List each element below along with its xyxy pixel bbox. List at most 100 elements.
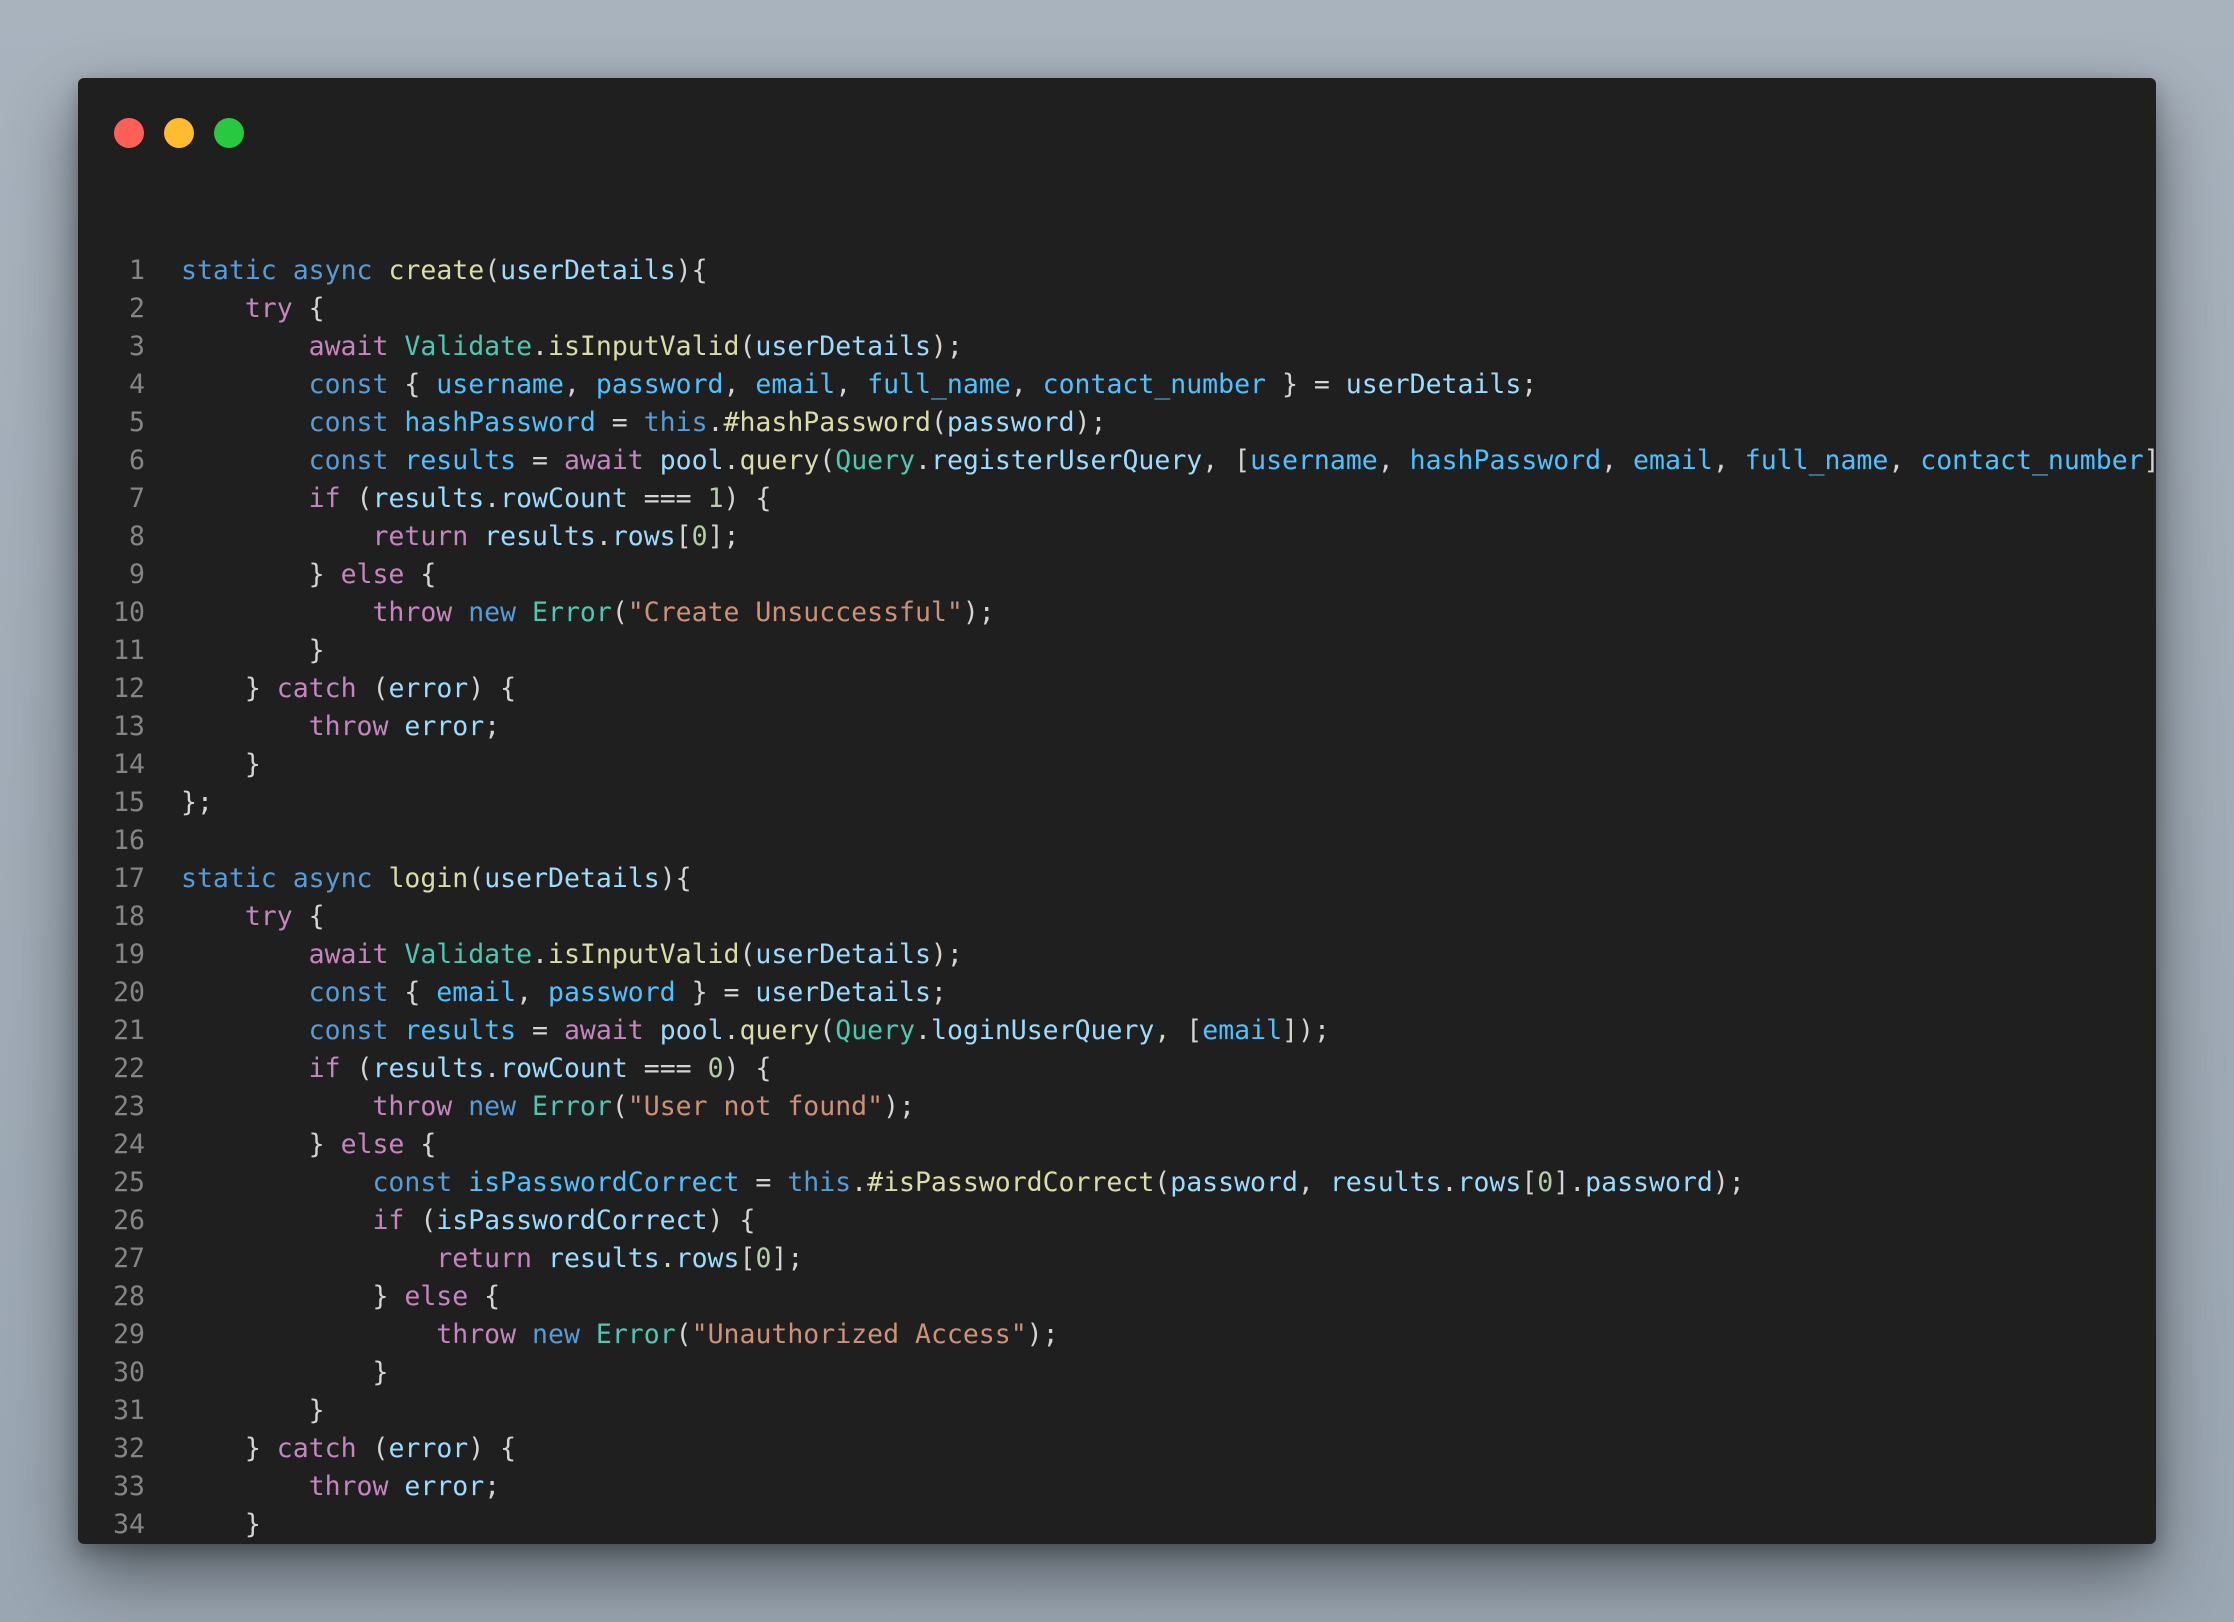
code-token: }; (181, 787, 213, 818)
code-line: throw error; (181, 1468, 501, 1506)
line-number: 2 (129, 293, 145, 324)
code-token: ; (1521, 369, 1538, 400)
code-token: , [ (1154, 1015, 1203, 1046)
code-token: await (308, 939, 389, 970)
code-line: const hashPassword = this.#hashPassword(… (181, 404, 1107, 442)
code-token: ); (1026, 1319, 1059, 1350)
code-token: ]; (771, 1243, 804, 1274)
code-token: } (308, 1129, 341, 1160)
minimize-dot-icon[interactable] (164, 118, 194, 148)
line-number: 29 (113, 1319, 145, 1350)
code-token: [ (1521, 1167, 1538, 1198)
code-token: userDetails (1345, 369, 1522, 400)
code-token: results (1329, 1167, 1442, 1198)
close-dot-icon[interactable] (114, 118, 144, 148)
code-token: isInputValid (548, 939, 740, 970)
code-line: await Validate.isInputValid(userDetails)… (181, 936, 963, 974)
code-token: , (835, 369, 868, 400)
code-token: ) { (468, 1433, 517, 1464)
code-token: userDetails (755, 977, 931, 1008)
code-token: === (627, 483, 708, 514)
code-window: 1 static async create(userDetails){2 try … (78, 78, 2156, 1544)
maximize-dot-icon[interactable] (214, 118, 244, 148)
code-token: 0 (755, 1243, 772, 1274)
code-token: ) { (723, 1053, 772, 1084)
code-token: ); (930, 331, 963, 362)
code-token: . (915, 445, 931, 476)
code-token: { (292, 293, 325, 324)
code-token: userDetails (500, 255, 676, 286)
code-token: ( (819, 445, 836, 476)
line-number: 17 (113, 863, 145, 894)
code-token: } (372, 1281, 405, 1312)
line-number: 10 (113, 597, 145, 628)
code-token: userDetails (484, 863, 660, 894)
code-token: . (723, 1015, 740, 1046)
code-token: throw (308, 1471, 389, 1502)
code-token: ) { (468, 673, 517, 704)
code-token: results (372, 1053, 485, 1084)
code-line: } else { (181, 1278, 500, 1316)
code-token: , (1888, 445, 1921, 476)
code-token: query (739, 1015, 820, 1046)
code-token: ( (1154, 1167, 1171, 1198)
code-token: full_name (867, 369, 1011, 400)
line-number: 32 (113, 1433, 145, 1464)
code-token: , (1712, 445, 1745, 476)
code-token: . (532, 939, 548, 970)
code-line: } (181, 632, 325, 670)
code-token: ) { (723, 483, 772, 514)
code-token: login (388, 863, 469, 894)
code-token: "User not found" (627, 1091, 884, 1122)
code-line: } else { (181, 1126, 437, 1164)
code-token: ); (1712, 1167, 1745, 1198)
code-token: registerUserQuery (931, 445, 1203, 476)
code-token: , [ (1202, 445, 1251, 476)
code-token: Error (532, 1091, 612, 1122)
code-token: } (372, 1357, 389, 1388)
code-line: const { username, password, email, full_… (181, 366, 1538, 404)
window-titlebar (78, 78, 2156, 188)
code-line: const { email, password } = userDetails; (181, 974, 947, 1012)
code-token: , (516, 977, 548, 1008)
code-line: } (181, 1506, 261, 1544)
code-line: } (181, 1392, 325, 1430)
code-line: } catch (error) { (181, 670, 516, 708)
code-token: await (308, 331, 389, 362)
code-token: ( (739, 331, 756, 362)
code-line: const isPasswordCorrect = this.#isPasswo… (181, 1164, 1745, 1202)
code-token: ); (930, 939, 963, 970)
code-line: } (181, 1354, 388, 1392)
code-token: } (308, 635, 325, 666)
code-token: ( (930, 407, 947, 438)
code-token: password (1170, 1167, 1298, 1198)
code-token: ( (739, 939, 756, 970)
code-token: rowCount (500, 1053, 628, 1084)
code-token: const (308, 369, 389, 400)
code-token: try (244, 901, 293, 932)
code-token: pool (659, 1015, 724, 1046)
code-token: const (308, 977, 389, 1008)
code-token: async (292, 863, 373, 894)
code-token: = (739, 1167, 788, 1198)
code-token: ( (356, 1433, 389, 1464)
code-token: "Create Unsuccessful" (627, 597, 963, 628)
code-token: query (739, 445, 820, 476)
code-token: = (595, 407, 644, 438)
code-line: throw new Error("Create Unsuccessful"); (181, 594, 994, 632)
code-token: . (532, 331, 548, 362)
code-token: 0 (1537, 1167, 1554, 1198)
code-token: error (404, 711, 485, 742)
code-token: this (787, 1167, 852, 1198)
code-token: 0 (691, 521, 708, 552)
line-number: 34 (113, 1509, 145, 1540)
code-line: const results = await pool.query(Query.l… (181, 1012, 1330, 1050)
code-token: email (1202, 1015, 1283, 1046)
